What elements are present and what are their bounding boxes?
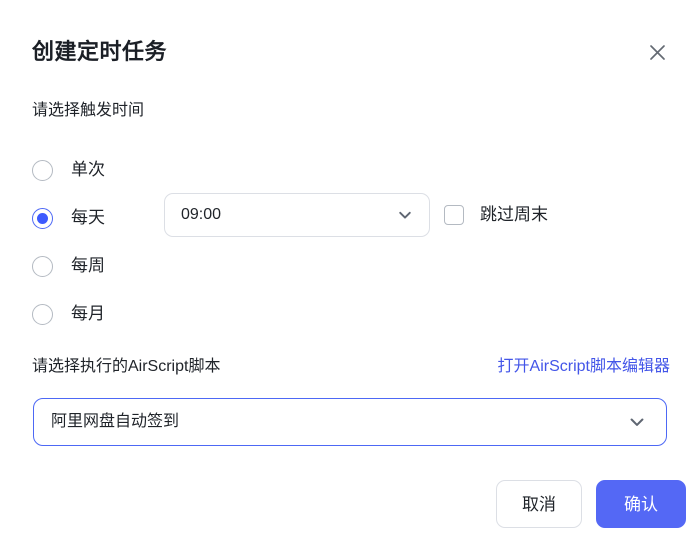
radio-option-once[interactable]: 单次 bbox=[32, 159, 156, 181]
trigger-time-label: 请选择触发时间 bbox=[32, 102, 145, 119]
script-select[interactable]: 阿里网盘自动签到 bbox=[33, 398, 667, 446]
radio-row-monthly: 每月 bbox=[32, 290, 672, 338]
radio-option-monthly[interactable]: 每月 bbox=[32, 303, 156, 325]
close-icon bbox=[649, 44, 666, 61]
radio-label-weekly: 每周 bbox=[71, 256, 105, 275]
time-select-value: 09:00 bbox=[181, 206, 222, 223]
radio-option-weekly[interactable]: 每周 bbox=[32, 255, 156, 277]
script-select-value: 阿里网盘自动签到 bbox=[51, 413, 180, 430]
radio-label-monthly: 每月 bbox=[71, 304, 105, 323]
dialog-footer: 取消 确认 bbox=[0, 474, 699, 549]
radio-mark-daily bbox=[32, 207, 53, 229]
open-airscript-editor-link[interactable]: 打开AirScript脚本编辑器 bbox=[498, 356, 670, 378]
close-button[interactable] bbox=[643, 38, 671, 66]
radio-mark-monthly bbox=[32, 303, 53, 325]
checkbox-mark-skip-weekend bbox=[444, 205, 464, 225]
time-select[interactable]: 09:00 bbox=[164, 193, 430, 237]
trigger-time-radio-group: 单次 每天 09:00 跳过周末 每周 每月 bbox=[32, 146, 672, 338]
dialog-header: 创建定时任务 bbox=[0, 0, 699, 92]
radio-option-daily[interactable]: 每天 bbox=[32, 207, 156, 229]
page-title: 创建定时任务 bbox=[32, 39, 168, 64]
create-scheduled-task-dialog: 创建定时任务 请选择触发时间 单次 每天 09:00 跳过周末 每周 每月 请选… bbox=[0, 0, 699, 549]
radio-label-once: 单次 bbox=[71, 160, 105, 179]
radio-label-daily: 每天 bbox=[71, 208, 105, 227]
radio-row-daily: 每天 09:00 跳过周末 bbox=[32, 193, 672, 242]
skip-weekend-label: 跳过周末 bbox=[480, 205, 548, 224]
confirm-button[interactable]: 确认 bbox=[596, 480, 686, 528]
radio-row-weekly: 每周 bbox=[32, 242, 672, 290]
radio-mark-weekly bbox=[32, 255, 53, 277]
chevron-down-icon bbox=[395, 194, 415, 236]
radio-row-once: 单次 bbox=[32, 146, 672, 194]
radio-mark-once bbox=[32, 159, 53, 181]
cancel-button[interactable]: 取消 bbox=[496, 480, 582, 528]
skip-weekend-checkbox[interactable]: 跳过周末 bbox=[444, 194, 548, 236]
script-select-label: 请选择执行的AirScript脚本 bbox=[32, 358, 221, 375]
chevron-down-icon bbox=[626, 399, 648, 445]
